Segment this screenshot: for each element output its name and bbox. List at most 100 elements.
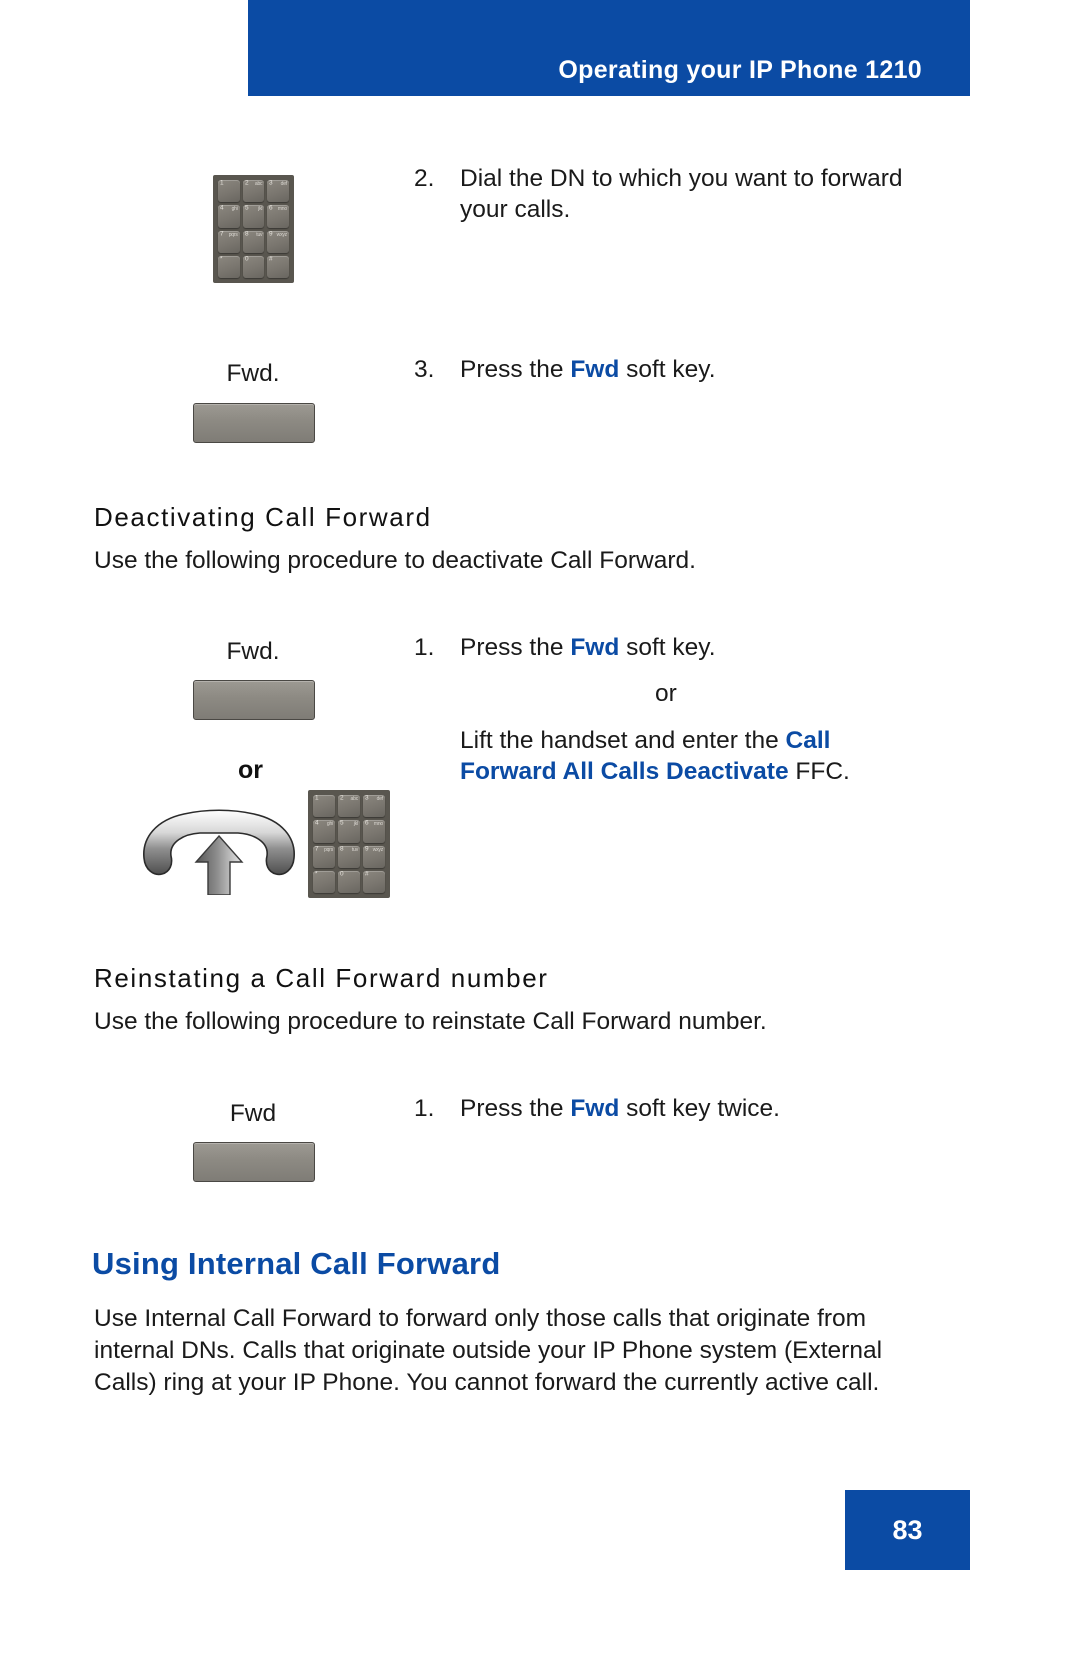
keypad-key-letters: def: [280, 181, 288, 187]
press-fwd-keyword: Fwd: [570, 356, 620, 383]
step-dial-line1: Dial the DN to which you want to forward: [460, 165, 903, 192]
keypad-key: *: [313, 870, 335, 893]
intro-deactivating-call-forward: Use the following procedure to deactivat…: [94, 547, 696, 574]
keypad-key-glyph: 5: [340, 820, 344, 827]
keypad-key: 4 ghi: [218, 205, 240, 228]
keypad-key: 6 mno: [267, 205, 289, 228]
keypad-key: 2 abc: [338, 795, 360, 818]
step-dial-line2: your calls.: [460, 196, 571, 223]
step-text-deactivate: Press the Fwd soft key.: [460, 632, 940, 663]
step-text-press-fwd: Press the Fwd soft key.: [460, 354, 940, 385]
keypad-key: 8 tuv: [242, 230, 265, 253]
keypad-key-glyph: 6: [269, 205, 273, 212]
keypad-key-glyph: 1: [220, 180, 224, 187]
keypad-key-glyph: 8: [340, 845, 344, 852]
alt-instruction-ffc: Lift the handset and enter the Call Forwa…: [460, 725, 940, 787]
or-separator-left: or: [238, 756, 263, 784]
keypad-key-letters: pqrs: [324, 846, 333, 853]
keypad-key: 4 ghi: [313, 820, 335, 843]
keypad-key: 0: [242, 255, 265, 278]
heading-deactivating-call-forward: Deactivating Call Forward: [94, 502, 432, 532]
page-number: 83: [892, 1514, 923, 1545]
keypad-key: 5 jkl: [338, 820, 360, 843]
keypad-key-glyph: 0: [244, 255, 249, 263]
intro-reinstating-call-forward-number: Use the following procedure to reinstate…: [94, 1008, 767, 1035]
heading-reinstating-call-forward-number: Reinstating a Call Forward number: [94, 963, 549, 993]
keypad-key: 8 tuv: [338, 845, 360, 868]
deactivate-suffix: soft key.: [619, 634, 716, 661]
keypad-key-letters: tuv: [351, 846, 358, 853]
keypad-key: *: [218, 255, 240, 278]
keypad-key: 7 pqrs: [218, 230, 240, 253]
internal-paragraph-line3: Calls) ring at your IP Phone. You cannot…: [94, 1369, 880, 1396]
keypad-key: 6 mno: [363, 820, 385, 843]
step-number-press-fwd: 3.: [414, 356, 435, 383]
header-banner: Operating your IP Phone 1210: [248, 0, 970, 96]
or-separator-middle: or: [655, 680, 677, 707]
keypad-key: 3 def: [363, 795, 385, 818]
alt-line1-prefix: Lift the handset and enter the: [460, 727, 786, 754]
softkey-button-fwd-2[interactable]: [193, 680, 315, 720]
keypad-key-letters: jkl: [258, 206, 263, 213]
keypad-key-glyph: 7: [220, 230, 224, 237]
keypad-key-glyph: *: [315, 870, 318, 878]
keypad-key: #: [267, 255, 289, 278]
keypad-key-glyph: 0: [340, 870, 344, 878]
keypad-key-glyph: #: [269, 255, 273, 263]
keypad-key-letters: jkl: [353, 821, 358, 828]
keypad-key-glyph: 2: [244, 180, 249, 187]
keypad-key: 1: [218, 180, 240, 203]
deactivate-keyword: Fwd: [570, 634, 620, 661]
keypad-key-letters: tuv: [256, 231, 263, 238]
keypad-key: 5 jkl: [242, 205, 265, 228]
keypad-key-glyph: *: [220, 255, 223, 263]
keypad-key: 7 pqrs: [313, 845, 335, 868]
keypad-key-glyph: 1: [315, 795, 319, 802]
keypad-key-letters: ghi: [326, 821, 333, 828]
keypad-key-glyph: 2: [340, 795, 344, 802]
paragraph-internal-call-forward: Use Internal Call Forward to forward onl…: [94, 1303, 944, 1399]
keypad-key-glyph: 6: [365, 820, 369, 827]
keypad-key-glyph: 9: [269, 230, 273, 237]
step-text-dial: Dial the DN to which you want to forward…: [460, 163, 940, 225]
keypad-key-letters: abc: [254, 181, 263, 187]
keypad-key: 0: [338, 870, 360, 893]
press-fwd-suffix: soft key.: [619, 356, 716, 383]
keypad-key-glyph: 5: [244, 205, 249, 212]
keypad-key: #: [363, 870, 385, 893]
reinstate-keyword: Fwd: [570, 1095, 620, 1122]
keypad-key-letters: mno: [277, 206, 287, 213]
press-fwd-prefix: Press the: [460, 356, 571, 383]
softkey-label-fwd-3: Fwd: [229, 1100, 277, 1127]
deactivate-prefix: Press the: [460, 634, 571, 661]
keypad-key-glyph: 7: [315, 845, 319, 852]
softkey-button-fwd-3[interactable]: [193, 1142, 315, 1182]
keypad-key-glyph: 9: [365, 845, 369, 852]
keypad-key-glyph: 4: [315, 820, 319, 827]
step-number-dial: 2.: [414, 165, 435, 192]
internal-paragraph-line1: Use Internal Call Forward to forward onl…: [94, 1305, 867, 1332]
alt-line1-keyword: Call: [785, 727, 831, 754]
softkey-label-fwd-1: Fwd.: [226, 360, 280, 387]
keypad-key: 9 wxyz: [267, 230, 289, 253]
step-number-reinstate: 1.: [414, 1095, 435, 1122]
internal-paragraph-line2: internal DNs. Calls that originate outsi…: [94, 1337, 883, 1364]
keypad-icon: 1 2 abc 3 def 4 ghi 5 jkl 6 mno 7 pqrs 8 tuv 9w…: [308, 790, 390, 898]
reinstate-prefix: Press the: [460, 1095, 571, 1122]
keypad-key-letters: wxyz: [276, 231, 288, 238]
alt-line2-keyword: Forward All Calls Deactivate: [460, 758, 789, 785]
step-text-reinstate: Press the Fwd soft key twice.: [460, 1093, 940, 1124]
keypad-key-glyph: #: [365, 870, 369, 878]
alt-line2-suffix: FFC.: [788, 758, 850, 785]
keypad-key: 3 def: [267, 180, 289, 203]
softkey-label-fwd-2: Fwd.: [226, 638, 280, 665]
step-number-deactivate: 1.: [414, 634, 435, 661]
keypad-key-glyph: 8: [244, 230, 249, 237]
keypad-key-letters: ghi: [231, 206, 238, 213]
page-number-box: 83: [845, 1490, 970, 1570]
heading-using-internal-call-forward: Using Internal Call Forward: [92, 1246, 501, 1281]
softkey-button-fwd-1[interactable]: [193, 403, 315, 443]
keypad-key-glyph: 3: [269, 180, 273, 187]
handset-lift-icon: [134, 800, 304, 896]
document-page: Operating your IP Phone 1210 1 2 abc 3 def…: [0, 0, 1080, 1669]
